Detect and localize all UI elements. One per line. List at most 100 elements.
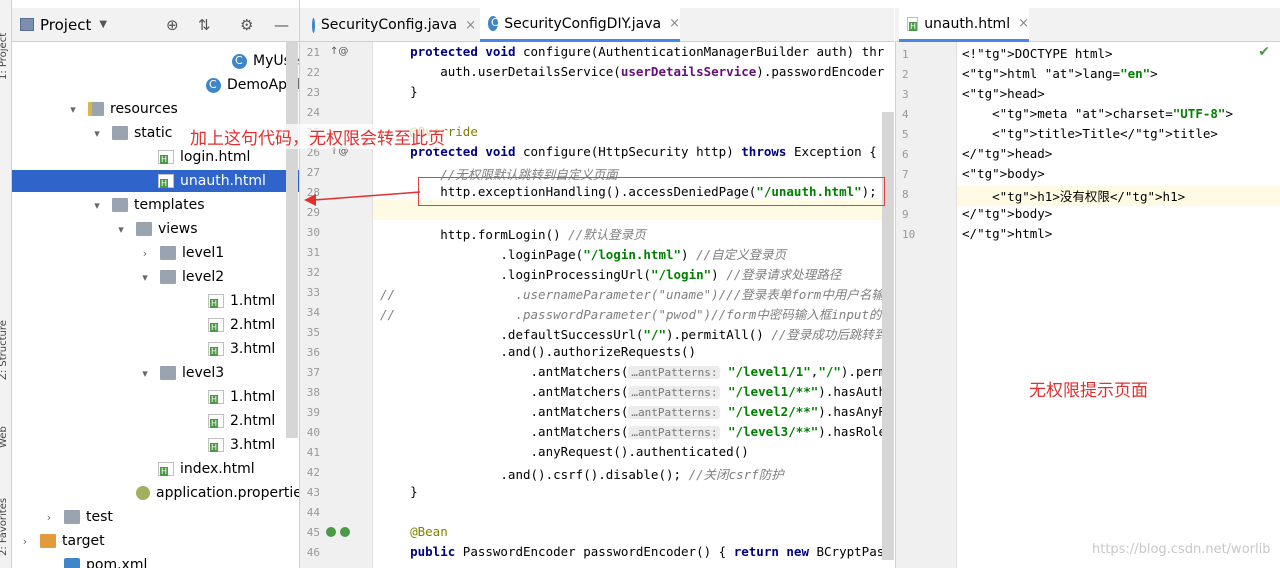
- code-line[interactable]: public PasswordEncoder passwordEncoder()…: [380, 544, 884, 559]
- code-line[interactable]: <"tg">html "at">lang="en">: [962, 66, 1158, 81]
- hide-icon[interactable]: —: [274, 16, 289, 34]
- tab-label: unauth.html: [924, 15, 1011, 32]
- check-icon: ✔: [1258, 44, 1270, 60]
- tree-item[interactable]: 2.html: [208, 314, 275, 336]
- code-line[interactable]: .antMatchers(…antPatterns: "/level1/1","…: [380, 364, 894, 379]
- chevron-down-icon[interactable]: ▾: [90, 199, 104, 212]
- code-line[interactable]: // .passwordParameter("pwod")//form中密码输入…: [380, 304, 881, 323]
- code-line[interactable]: </"tg">body>: [962, 206, 1052, 221]
- code-line[interactable]: }: [380, 84, 418, 99]
- code-line[interactable]: .anyRequest().authenticated(): [380, 444, 749, 459]
- code-line[interactable]: </"tg">head>: [962, 146, 1052, 161]
- tree-item[interactable]: application.properties: [136, 482, 299, 504]
- chevron-down-icon[interactable]: ▾: [138, 271, 152, 284]
- folder-icon: [160, 366, 176, 380]
- tree-item[interactable]: › test: [42, 506, 113, 528]
- tree-item[interactable]: ▾ views: [114, 218, 197, 240]
- tree-item[interactable]: 1.html: [208, 386, 275, 408]
- tree-item[interactable]: ▾ static: [90, 122, 172, 144]
- tree-item-label: 3.html: [230, 437, 276, 453]
- code-line[interactable]: .antMatchers(…antPatterns: "/level2/**")…: [380, 404, 894, 419]
- tab-securityconfig[interactable]: SecurityConfig.java ×: [304, 8, 476, 42]
- code-line[interactable]: <"tg">h1>没有权限</"tg">h1>: [962, 186, 1185, 205]
- gear-icon[interactable]: ⚙: [240, 16, 253, 34]
- code-line[interactable]: http.formLogin() //默认登录页: [380, 224, 646, 243]
- project-panel-title[interactable]: Project: [40, 16, 91, 34]
- line-number: 32: [306, 266, 320, 279]
- tree-item[interactable]: 2.html: [208, 410, 275, 432]
- code-line[interactable]: <"tg">head>: [962, 86, 1045, 101]
- code-line[interactable]: .loginPage("/login.html") //自定义登录页: [380, 244, 786, 263]
- project-icon: [20, 18, 34, 31]
- html-editor[interactable]: 1 <!"tg">DOCTYPE html> 2 <"tg">html "at">la…: [895, 42, 1280, 568]
- collapse-icon[interactable]: ⇅: [198, 16, 211, 34]
- code-line[interactable]: protected void configure(HttpSecurity ht…: [380, 144, 877, 159]
- close-icon[interactable]: ×: [669, 16, 680, 31]
- tree-item-label: level1: [182, 245, 225, 261]
- code-line[interactable]: <"tg">meta "at">charset="UTF-8">: [962, 106, 1233, 121]
- tree-item[interactable]: › target: [18, 530, 105, 552]
- code-line[interactable]: auth.userDetailsService(userDetailsServi…: [380, 64, 884, 79]
- code-line[interactable]: <"tg">title>Title</"tg">title>: [962, 126, 1218, 141]
- project-panel-header: Project ▼ ⊕ ⇅ ⚙ —: [12, 8, 299, 42]
- tree-item-label: 3.html: [230, 341, 276, 357]
- tree-item[interactable]: ▾ level3: [138, 362, 224, 384]
- code-line[interactable]: .and().authorizeRequests(): [380, 344, 696, 359]
- tree-item[interactable]: ▾ resources: [66, 98, 178, 120]
- tool-window-favorites[interactable]: 2: Favorites: [0, 498, 9, 556]
- java-class-icon: [312, 17, 322, 33]
- tree-item[interactable]: ▾ templates: [90, 194, 204, 216]
- locate-icon[interactable]: ⊕: [166, 16, 179, 34]
- tree-item-label: level2: [182, 269, 225, 285]
- chevron-down-icon[interactable]: ▼: [99, 19, 107, 30]
- close-icon[interactable]: ×: [1018, 16, 1029, 31]
- code-line[interactable]: .and().csrf().disable(); //关闭csrf防护: [380, 464, 783, 483]
- chevron-down-icon[interactable]: ▾: [114, 223, 128, 236]
- tree-item[interactable]: 3.html: [208, 338, 275, 360]
- code-line[interactable]: <"tg">body>: [962, 166, 1045, 181]
- tab-securityconfigdiy[interactable]: SecurityConfigDIY.java ×: [480, 8, 680, 42]
- tree-item[interactable]: login.html: [158, 146, 250, 168]
- chevron-right-icon[interactable]: ›: [138, 247, 152, 260]
- chevron-right-icon[interactable]: ›: [42, 511, 56, 524]
- code-line[interactable]: .antMatchers(…antPatterns: "/level3/**")…: [380, 424, 894, 439]
- line-number: 4: [902, 108, 909, 121]
- code-line[interactable]: .antMatchers(…antPatterns: "/level1/**")…: [380, 384, 894, 399]
- tree-item[interactable]: › level1: [138, 242, 224, 264]
- tree-item[interactable]: index.html: [158, 458, 255, 480]
- code-line[interactable]: // .usernameParameter("uname")///登录表单for…: [380, 284, 884, 303]
- chevron-down-icon[interactable]: ▾: [90, 127, 104, 140]
- tool-window-structure[interactable]: Z: Structure: [0, 320, 9, 380]
- java-icon: [206, 77, 221, 93]
- chevron-down-icon[interactable]: ▾: [66, 103, 80, 116]
- code-line[interactable]: <!"tg">DOCTYPE html>: [962, 46, 1113, 61]
- code-line[interactable]: .defaultSuccessUrl("/").permitAll() //登录…: [380, 324, 886, 343]
- bean-icon[interactable]: [340, 527, 350, 537]
- line-number: 10: [902, 228, 916, 241]
- code-line[interactable]: @Bean: [380, 524, 448, 539]
- left-tool-strip: 1: Project Z: Structure Web 2: Favorites: [0, 0, 12, 568]
- tab-unauth-html[interactable]: unauth.html ×: [899, 8, 1029, 42]
- chevron-down-icon[interactable]: ▾: [138, 367, 152, 380]
- folder-icon: [112, 126, 128, 140]
- tool-window-web[interactable]: Web: [0, 426, 9, 448]
- bean-icon[interactable]: [326, 527, 336, 537]
- code-line[interactable]: </"tg">html>: [962, 226, 1052, 241]
- override-icon[interactable]: ↑@: [330, 46, 348, 57]
- tree-item-label: test: [86, 509, 113, 525]
- props-icon: [136, 486, 150, 500]
- code-line[interactable]: .loginProcessingUrl("/login") //登录请求处理路径: [380, 264, 841, 283]
- chevron-right-icon[interactable]: ›: [18, 535, 32, 548]
- html-icon: [158, 150, 174, 164]
- code-line[interactable]: }: [380, 484, 418, 499]
- java-editor[interactable]: 21 protected void configure(Authenticati…: [300, 42, 894, 568]
- tree-item[interactable]: unauth.html: [12, 170, 299, 192]
- tree-item[interactable]: 3.html: [208, 434, 275, 456]
- close-icon[interactable]: ×: [465, 18, 476, 33]
- tree-item[interactable]: pom.xml: [64, 554, 147, 568]
- code-line[interactable]: protected void configure(AuthenticationM…: [380, 44, 884, 59]
- project-scrollbar[interactable]: [286, 42, 298, 438]
- tool-window-project[interactable]: 1: Project: [0, 33, 9, 80]
- tree-item[interactable]: 1.html: [208, 290, 275, 312]
- tree-item[interactable]: ▾ level2: [138, 266, 224, 288]
